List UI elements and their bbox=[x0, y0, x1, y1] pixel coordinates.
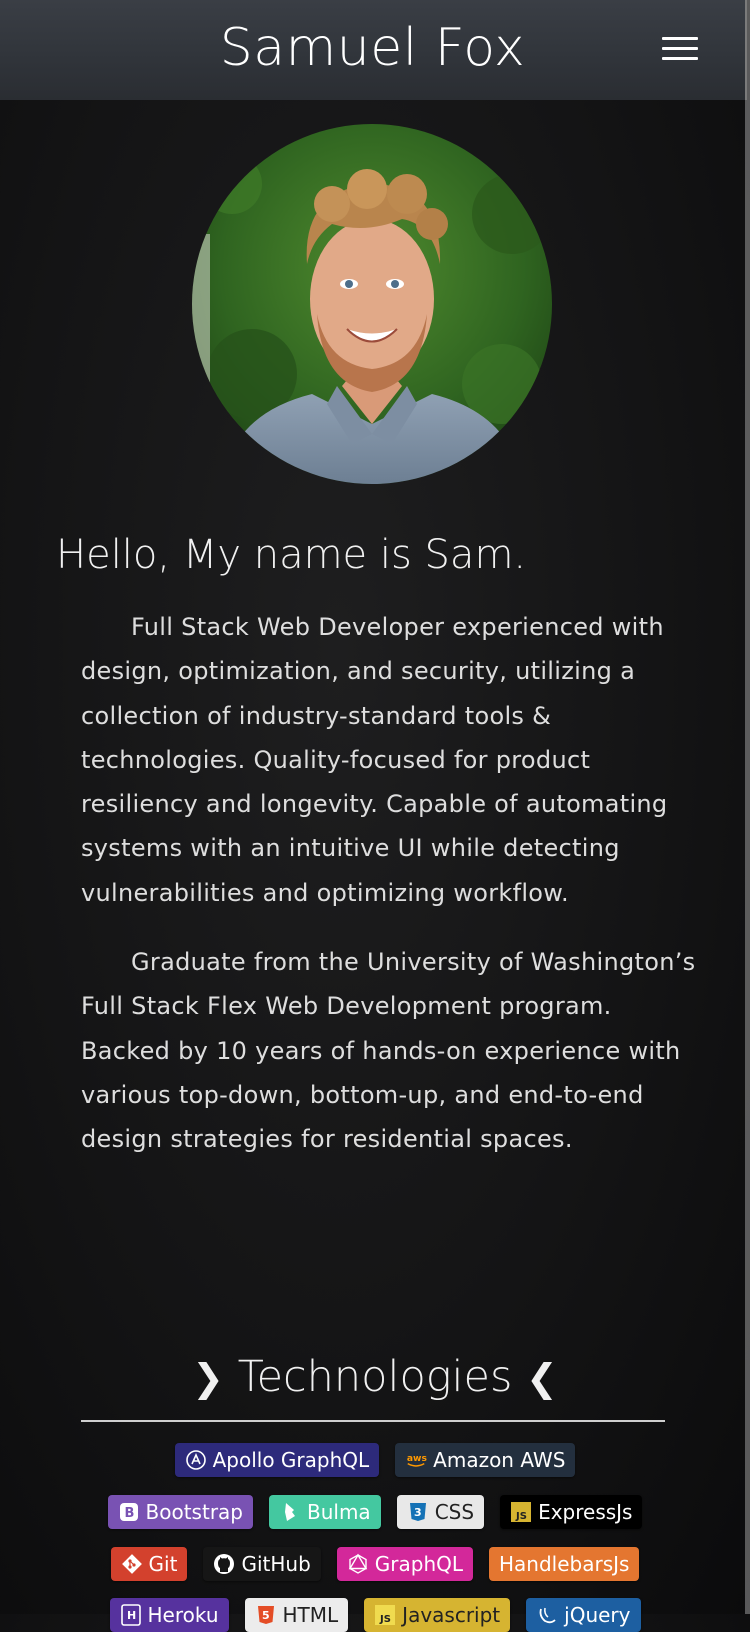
bio-paragraph: Full Stack Web Developer experienced wit… bbox=[81, 613, 668, 907]
github-icon bbox=[213, 1553, 235, 1575]
navbar: Samuel Fox bbox=[0, 0, 747, 100]
badge-row: H Heroku 5 HTML JS Javascript jQuery bbox=[60, 1598, 690, 1632]
svg-text:B: B bbox=[124, 1506, 134, 1521]
svg-text:5: 5 bbox=[262, 1609, 270, 1622]
technologies-title: Technologies bbox=[237, 1352, 513, 1402]
badge-label: Bulma bbox=[307, 1500, 371, 1524]
badge-bulma[interactable]: Bulma bbox=[269, 1495, 381, 1529]
badge-amazon-aws[interactable]: aws Amazon AWS bbox=[395, 1443, 576, 1477]
badge-handlebarsjs[interactable]: HandlebarsJs bbox=[489, 1547, 640, 1581]
badge-row: Git GitHub GraphQL HandlebarsJs bbox=[60, 1547, 690, 1581]
badge-jquery[interactable]: jQuery bbox=[526, 1598, 641, 1632]
hamburger-icon[interactable] bbox=[662, 37, 698, 65]
badge-label: Apollo GraphQL bbox=[212, 1448, 370, 1472]
badge-apollo-graphql[interactable]: Apollo GraphQL bbox=[174, 1443, 380, 1477]
badge-label: Javascript bbox=[402, 1603, 501, 1627]
badge-row: Apollo GraphQL aws Amazon AWS bbox=[60, 1443, 690, 1477]
badge-label: ExpressJs bbox=[538, 1500, 633, 1524]
badge-bootstrap[interactable]: B Bootstrap bbox=[107, 1495, 253, 1529]
badge-heroku[interactable]: H Heroku bbox=[109, 1598, 229, 1632]
badge-label: GitHub bbox=[241, 1552, 311, 1576]
badge-html[interactable]: 5 HTML bbox=[244, 1598, 349, 1632]
expressjs-icon: JS bbox=[510, 1501, 532, 1523]
divider bbox=[81, 1420, 665, 1422]
badge-label: Amazon AWS bbox=[433, 1448, 566, 1472]
graphql-icon bbox=[347, 1553, 369, 1575]
jquery-icon bbox=[536, 1604, 558, 1626]
bio-paragraph: Graduate from the University of Washingt… bbox=[81, 948, 696, 1154]
badge-label: HandlebarsJs bbox=[499, 1552, 630, 1576]
badge-javascript[interactable]: JS Javascript bbox=[364, 1598, 511, 1632]
bootstrap-icon: B bbox=[118, 1501, 140, 1523]
site-title[interactable]: Samuel Fox bbox=[0, 18, 745, 78]
badge-label: Git bbox=[148, 1552, 178, 1576]
bulma-icon bbox=[279, 1501, 301, 1523]
svg-text:H: H bbox=[127, 1609, 136, 1622]
greeting-heading: Hello, My name is Sam. bbox=[56, 532, 527, 578]
badge-label: HTML bbox=[282, 1603, 339, 1627]
badge-label: Bootstrap bbox=[145, 1500, 243, 1524]
badge-css[interactable]: 3 CSS bbox=[396, 1495, 485, 1529]
apollo-icon bbox=[185, 1449, 207, 1471]
css-icon: 3 bbox=[407, 1501, 429, 1523]
html-icon: 5 bbox=[255, 1604, 277, 1626]
badge-graphql[interactable]: GraphQL bbox=[336, 1547, 473, 1581]
svg-text:JS: JS bbox=[515, 1511, 527, 1522]
technologies-heading: ❯ Technologies ❮ bbox=[0, 1352, 750, 1402]
badge-row: B Bootstrap Bulma 3 CSS JS ExpressJs bbox=[60, 1495, 690, 1529]
chevron-right-icon: ❯ bbox=[192, 1356, 224, 1400]
svg-text:aws: aws bbox=[407, 1453, 427, 1464]
git-icon bbox=[121, 1553, 143, 1575]
javascript-icon: JS bbox=[374, 1604, 396, 1626]
profile-photo bbox=[192, 124, 552, 484]
aws-icon: aws bbox=[405, 1449, 427, 1471]
badge-label: Heroku bbox=[147, 1603, 219, 1627]
badge-git[interactable]: Git bbox=[110, 1547, 188, 1581]
badge-github[interactable]: GitHub bbox=[203, 1547, 321, 1581]
chevron-left-icon: ❮ bbox=[526, 1356, 558, 1400]
svg-text:JS: JS bbox=[379, 1614, 391, 1625]
heroku-icon: H bbox=[120, 1604, 142, 1626]
badge-label: CSS bbox=[434, 1500, 475, 1524]
badge-label: GraphQL bbox=[374, 1552, 463, 1576]
badge-label: jQuery bbox=[564, 1603, 631, 1627]
svg-text:3: 3 bbox=[414, 1506, 422, 1519]
badge-expressjs[interactable]: JS ExpressJs bbox=[500, 1495, 643, 1529]
